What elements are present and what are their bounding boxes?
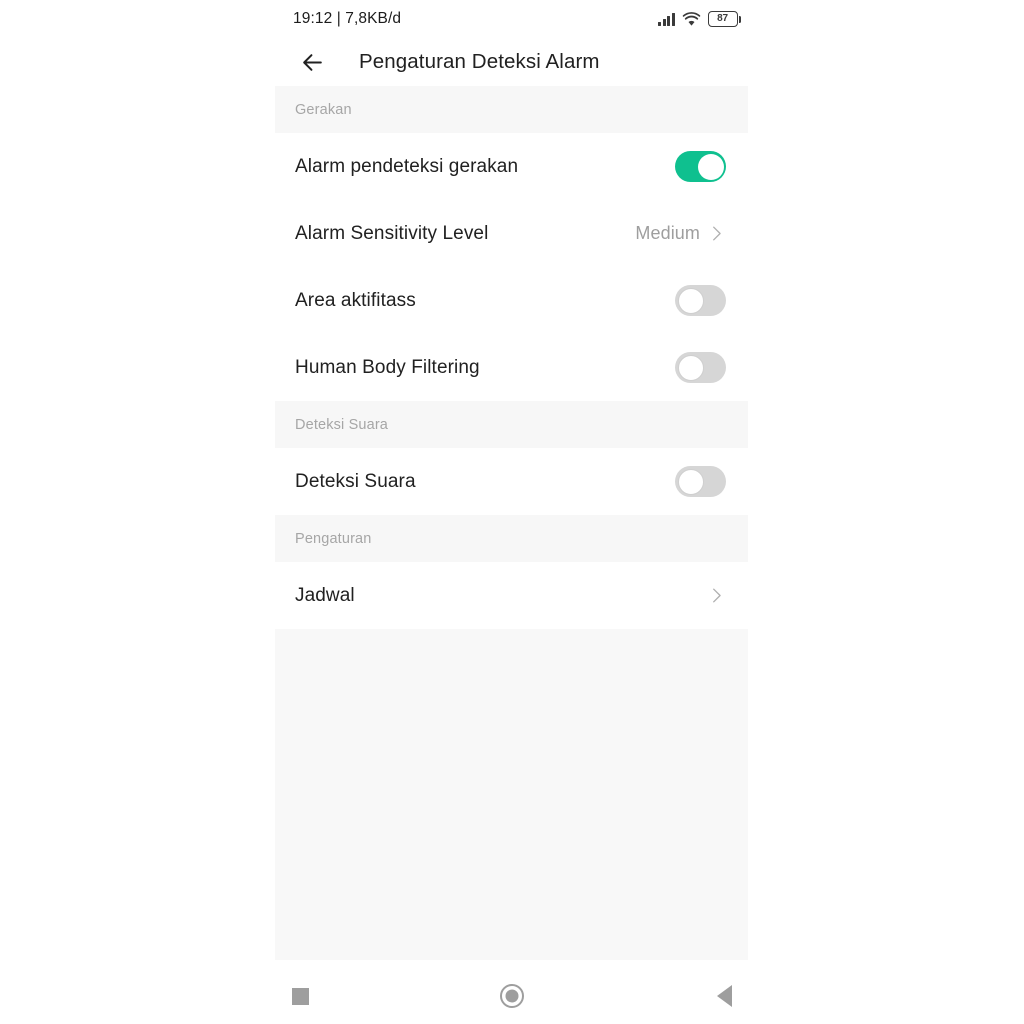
toggle-alarm-pendeteksi-gerakan[interactable] <box>675 151 726 182</box>
row-label: Area aktifitass <box>295 289 416 311</box>
row-control <box>675 151 726 182</box>
signal-bars-icon <box>658 12 675 26</box>
section-header-pengaturan: Pengaturan <box>275 515 748 562</box>
square-recents-icon <box>291 987 309 1005</box>
row-area-aktifitass[interactable]: Area aktifitass <box>275 267 748 334</box>
row-jadwal[interactable]: Jadwal <box>275 562 748 629</box>
row-label: Jadwal <box>295 584 355 606</box>
battery-level-text: 87 <box>717 13 728 24</box>
toggle-human-body-filtering[interactable] <box>675 352 726 383</box>
section-header-label: Deteksi Suara <box>295 416 389 433</box>
nav-back-button[interactable] <box>698 973 750 1019</box>
status-bar: 19:12 | 7,8KB/d 87 <box>275 0 748 38</box>
row-label: Alarm pendeteksi gerakan <box>295 155 519 177</box>
app-bar: Pengaturan Deteksi Alarm <box>275 38 748 86</box>
list-empty-filler <box>275 629 748 960</box>
row-control: Medium <box>635 223 726 244</box>
status-bar-time-data: 19:12 | 7,8KB/d <box>293 10 402 27</box>
nav-home-button[interactable] <box>486 973 538 1019</box>
row-label: Human Body Filtering <box>295 356 480 378</box>
phone-viewport: 19:12 | 7,8KB/d 87 Pengaturan Deteksi Al… <box>275 0 748 1024</box>
row-control <box>675 466 726 497</box>
section-header-label: Gerakan <box>295 101 352 118</box>
row-deteksi-suara[interactable]: Deteksi Suara <box>275 448 748 515</box>
toggle-deteksi-suara[interactable] <box>675 466 726 497</box>
back-arrow-icon <box>302 53 322 71</box>
system-nav-bar <box>0 968 1024 1024</box>
row-control <box>707 586 726 605</box>
phone-screenshot: 19:12 | 7,8KB/d 87 Pengaturan Deteksi Al… <box>0 0 1024 1024</box>
row-control <box>675 352 726 383</box>
row-value-sensitivity: Medium <box>635 223 700 243</box>
settings-list: Gerakan Alarm pendeteksi gerakan Alarm S… <box>275 86 748 960</box>
nav-recents-button[interactable] <box>274 973 326 1019</box>
row-alarm-pendeteksi-gerakan[interactable]: Alarm pendeteksi gerakan <box>275 133 748 200</box>
section-header-gerakan: Gerakan <box>275 86 748 133</box>
battery-icon: 87 <box>707 11 741 27</box>
toggle-area-aktifitass[interactable] <box>675 285 726 316</box>
chevron-right-icon <box>713 226 721 241</box>
circle-home-icon <box>500 984 524 1008</box>
section-header-label: Pengaturan <box>295 530 372 547</box>
row-alarm-sensitivity-level[interactable]: Alarm Sensitivity Level Medium <box>275 200 748 267</box>
page-title: Pengaturan Deteksi Alarm <box>359 50 600 73</box>
row-label: Deteksi Suara <box>295 470 416 492</box>
section-header-deteksi-suara: Deteksi Suara <box>275 401 748 448</box>
chevron-right-icon <box>713 588 721 603</box>
row-human-body-filtering[interactable]: Human Body Filtering <box>275 334 748 401</box>
wifi-icon <box>682 11 701 27</box>
triangle-back-icon <box>716 985 732 1007</box>
status-bar-icons: 87 <box>658 11 741 27</box>
back-button[interactable] <box>287 38 337 86</box>
row-control <box>675 285 726 316</box>
row-label: Alarm Sensitivity Level <box>295 222 489 244</box>
